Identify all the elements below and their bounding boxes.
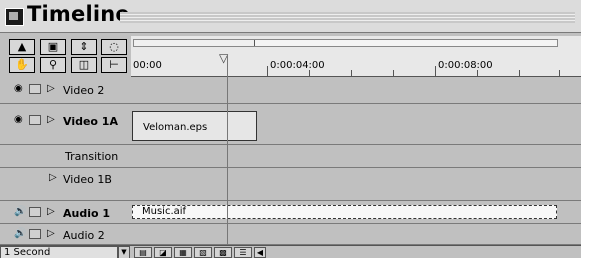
ruler-time: 00:00 [133, 60, 162, 71]
track-header: Transition [9, 145, 132, 167]
ruler-tick [559, 70, 560, 76]
track-row-video-2: ◉ ▷ Video 2 [0, 77, 581, 104]
work-area-thumb[interactable] [134, 40, 255, 46]
ruler-tick [477, 70, 478, 76]
page-margin [581, 0, 590, 258]
ruler-tick [519, 70, 520, 76]
track-area[interactable] [131, 168, 581, 200]
track-area[interactable] [131, 145, 581, 167]
title-bar[interactable]: Timeline [0, 0, 581, 33]
shift-tracks-icon[interactable]: ▦ [174, 247, 192, 258]
razor-icon[interactable]: ◌ [101, 39, 127, 55]
track-header: ▷ Video 1B [9, 168, 132, 200]
chevron-down-icon[interactable]: ▼ [118, 246, 130, 258]
track-label: Transition [65, 150, 119, 163]
lock-toggle[interactable] [29, 115, 41, 125]
track-label: Video 2 [63, 84, 105, 97]
toggle-edge-view-icon[interactable]: ▧ [194, 247, 212, 258]
timeline-window: Timeline ▲ ▣ ⇕ ◌ ✋ ⚲ ◫ ⊢ 00:00 0:00:04:0… [0, 0, 582, 258]
track-row-video-1a: ◉ ▷ Video 1A [0, 104, 581, 145]
expand-triangle-icon[interactable]: ▷ [47, 228, 55, 239]
scroll-left-icon[interactable]: ◀ [254, 247, 266, 258]
ruler-tick [309, 70, 310, 76]
time-ruler[interactable]: 00:00 0:00:04:00 0:00:08:00 [131, 36, 581, 77]
track-row-transition: Transition [0, 145, 581, 168]
track-row-audio-2: 🔊 ▷ Audio 2 [0, 224, 581, 245]
track-area[interactable] [131, 77, 581, 103]
expand-triangle-icon[interactable]: ▷ [47, 114, 55, 125]
speaker-icon[interactable]: 🔊 [14, 228, 26, 239]
track-header: 🔊 ▷ Audio 1 [9, 201, 132, 223]
window-icon [5, 8, 24, 26]
track-row-video-1b: ▷ Video 1B [0, 168, 581, 201]
track-format-icon[interactable]: ▤ [134, 247, 152, 258]
lock-toggle[interactable] [29, 207, 41, 217]
eye-icon[interactable]: ◉ [14, 83, 23, 94]
time-zoom-select[interactable]: 1 Second [0, 246, 118, 258]
track-label: Video 1A [63, 115, 118, 128]
hand-icon[interactable]: ✋ [9, 57, 35, 73]
track-area[interactable] [131, 224, 581, 244]
audio-clip[interactable]: Music.aif [132, 205, 557, 219]
ruler-tick [393, 70, 394, 76]
ruler-tick [267, 66, 268, 76]
ruler-time: 0:00:04:00 [270, 60, 325, 71]
track-label: Video 1B [63, 173, 112, 186]
window-title: Timeline [27, 2, 130, 26]
track-select-icon[interactable]: ⇕ [71, 39, 97, 55]
ruler-tick [435, 66, 436, 76]
track-label: Audio 1 [63, 207, 111, 220]
lock-toggle[interactable] [29, 229, 41, 239]
expand-triangle-icon[interactable]: ▷ [49, 172, 57, 183]
lock-toggle[interactable] [29, 84, 41, 94]
video-clip[interactable]: Veloman.eps [132, 111, 257, 141]
sync-mode-icon[interactable]: ▩ [214, 247, 232, 258]
snap-edges-icon[interactable]: ◪ [154, 247, 172, 258]
eye-icon[interactable]: ◉ [14, 114, 23, 125]
expand-triangle-icon[interactable]: ▷ [47, 83, 55, 94]
speaker-icon[interactable]: 🔊 [14, 206, 26, 217]
shy-tracks-icon[interactable]: ☰ [234, 247, 252, 258]
clip-label: Veloman.eps [143, 122, 208, 133]
title-bar-grip[interactable] [120, 12, 575, 23]
track-header: ◉ ▷ Video 1A [9, 104, 132, 144]
ruler-time: 0:00:08:00 [438, 60, 493, 71]
track-header: 🔊 ▷ Audio 2 [9, 224, 132, 244]
range-select-icon[interactable]: ▣ [40, 39, 66, 55]
slip-tool-icon[interactable]: ◫ [71, 57, 97, 73]
ruler-tick [351, 70, 352, 76]
track-label: Audio 2 [63, 229, 105, 242]
toolbox: ▲ ▣ ⇕ ◌ ✋ ⚲ ◫ ⊢ [9, 39, 129, 74]
clip-label: Music.aif [142, 206, 187, 217]
selection-tool-icon[interactable]: ▲ [9, 39, 35, 55]
zoom-icon[interactable]: ⚲ [40, 57, 66, 73]
in-out-tool-icon[interactable]: ⊢ [101, 57, 127, 73]
expand-triangle-icon[interactable]: ▷ [47, 206, 55, 217]
work-area-bar[interactable] [133, 39, 558, 47]
current-time-line [227, 54, 228, 245]
status-bar: 1 Second ▼ ▤ ◪ ▦ ▧ ▩ ☰ ◀ [0, 245, 581, 258]
track-header: ◉ ▷ Video 2 [9, 77, 132, 103]
